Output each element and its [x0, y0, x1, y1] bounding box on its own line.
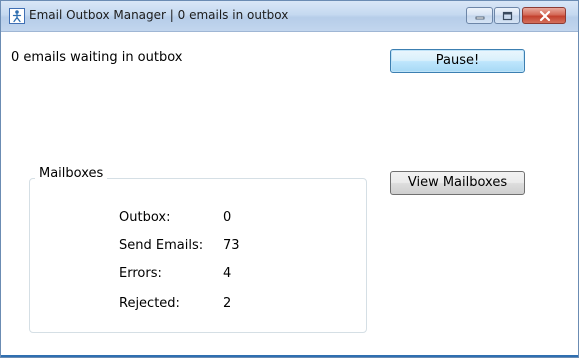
- mailboxes-group-title: Mailboxes: [35, 166, 108, 181]
- close-icon: [539, 10, 551, 22]
- app-window: Email Outbox Manager | 0 emails in outbo…: [0, 0, 579, 358]
- app-person-icon[interactable]: [9, 8, 25, 24]
- minimize-button[interactable]: [466, 7, 493, 24]
- pause-button[interactable]: Pause!: [390, 49, 525, 73]
- window-title: Email Outbox Manager | 0 emails in outbo…: [29, 8, 289, 22]
- rejected-label: Rejected:: [119, 296, 180, 311]
- maximize-icon: [502, 11, 513, 21]
- window-bottom-border: [1, 355, 578, 357]
- outbox-count: 0: [223, 210, 232, 225]
- errors-count: 4: [223, 266, 232, 281]
- maximize-button[interactable]: [494, 7, 520, 24]
- view-mailboxes-button[interactable]: View Mailboxes: [390, 171, 525, 195]
- title-bar[interactable]: Email Outbox Manager | 0 emails in outbo…: [1, 1, 578, 32]
- rejected-count: 2: [223, 296, 232, 311]
- mailboxes-groupbox: [29, 178, 367, 333]
- sent-emails-label: Send Emails:: [119, 238, 204, 253]
- close-button[interactable]: [522, 7, 566, 24]
- sent-emails-count: 73: [223, 238, 240, 253]
- outbox-status-text: 0 emails waiting in outbox: [11, 50, 183, 65]
- minimize-icon: [475, 16, 485, 20]
- outbox-label: Outbox:: [119, 210, 171, 225]
- errors-label: Errors:: [119, 266, 162, 281]
- client-area: 0 emails waiting in outbox Pause! View M…: [1, 32, 578, 356]
